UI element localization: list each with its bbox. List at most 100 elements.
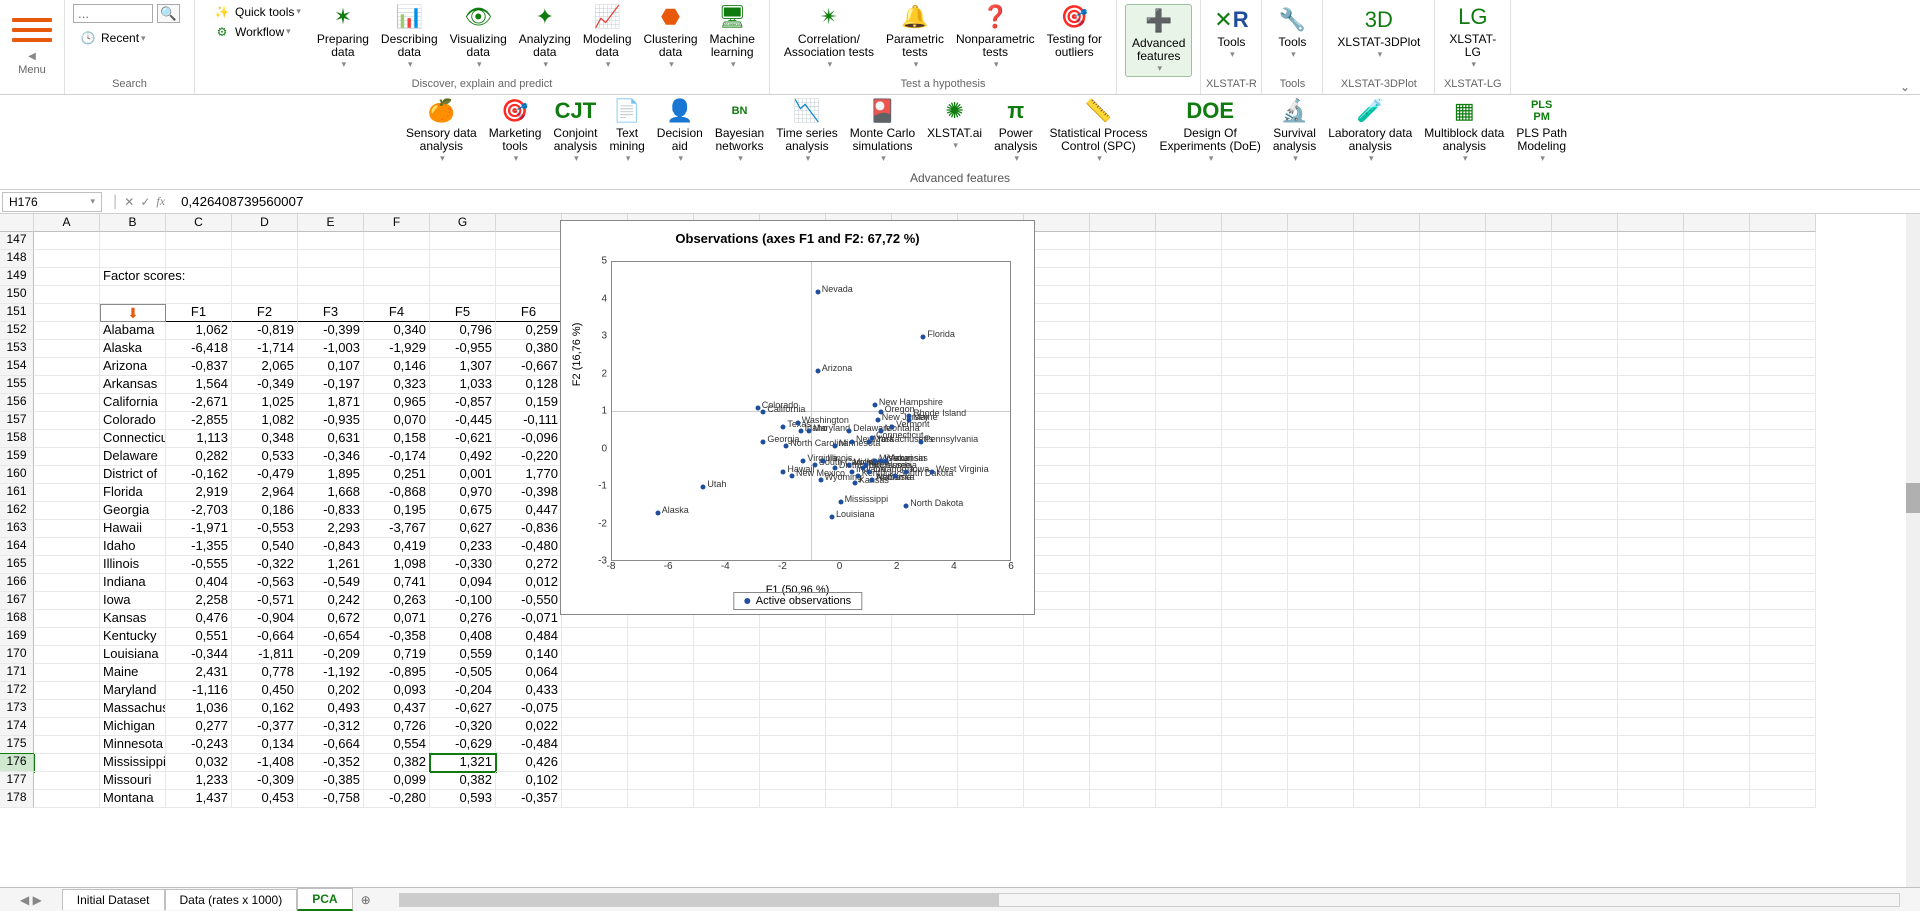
xlstat-r-label: XLSTAT-R <box>1201 76 1261 94</box>
row-head[interactable]: 151 <box>0 304 34 322</box>
recent-button[interactable]: 🕓 Recent ▾ <box>73 29 152 47</box>
ml-icon: 🖥 <box>716 3 748 31</box>
row-head[interactable]: 148 <box>0 250 34 268</box>
spc-button[interactable]: 📏Statistical Process Control (SPC)▾ <box>1043 95 1153 189</box>
hscroll-thumb[interactable] <box>400 894 1000 906</box>
ribbon-expand-button[interactable]: ⌄ <box>1900 80 1916 94</box>
nonparam-icon: ❓ <box>979 3 1011 31</box>
lg-button[interactable]: LGXLSTAT- LG▾ <box>1443 1 1502 72</box>
check-icon[interactable]: ✓ <box>140 195 150 209</box>
modeling-data-button[interactable]: 📈Modeling data▾ <box>577 1 638 72</box>
advanced-features-button[interactable]: ➕Advanced features▾ <box>1125 4 1192 77</box>
parametric-button[interactable]: 🔔Parametric tests▾ <box>880 1 950 72</box>
worksheet-grid[interactable]: ABCDEFG 14714814915015115215315415515615… <box>0 214 1920 887</box>
col-head-G[interactable]: G <box>430 214 496 232</box>
scroll-thumb[interactable] <box>1906 483 1920 513</box>
row-head[interactable]: 153 <box>0 340 34 358</box>
name-box[interactable]: H176 ▾ <box>2 192 102 212</box>
row-head[interactable]: 158 <box>0 430 34 448</box>
correlation-button[interactable]: ✴Correlation/ Association tests▾ <box>778 1 880 72</box>
chart-box[interactable]: Observations (axes F1 and F2: 67,72 %) N… <box>560 220 1035 615</box>
row-head[interactable]: 175 <box>0 736 34 754</box>
survival-button[interactable]: 🔬Survival analysis▾ <box>1267 95 1322 189</box>
row-head[interactable]: 169 <box>0 628 34 646</box>
conjoint-button[interactable]: CJTConjoint analysis▾ <box>547 95 603 189</box>
describing-data-button[interactable]: 📊Describing data▾ <box>375 1 444 72</box>
clustering-data-button[interactable]: ⬣Clustering data▾ <box>638 1 704 72</box>
preparing-data-button[interactable]: ✶Preparing data▾ <box>311 1 375 72</box>
row-head[interactable]: 163 <box>0 520 34 538</box>
row-head[interactable]: 177 <box>0 772 34 790</box>
tab-nav[interactable]: ◀ ▶ <box>0 893 62 907</box>
3dplot-button[interactable]: 3DXLSTAT-3DPlot▾ <box>1331 4 1426 62</box>
horizontal-scrollbar[interactable] <box>399 893 1900 907</box>
tab-data-rates[interactable]: Data (rates x 1000) <box>165 889 298 910</box>
sensory-button[interactable]: 🍊Sensory data analysis▾ <box>400 95 483 189</box>
lab-button[interactable]: 🧪Laboratory data analysis▾ <box>1322 95 1418 189</box>
analyzing-data-button[interactable]: ✦Analyzing data▾ <box>513 1 577 72</box>
col-head-B[interactable]: B <box>100 214 166 232</box>
row-head[interactable]: 167 <box>0 592 34 610</box>
add-sheet-button[interactable]: ⊕ <box>353 890 379 910</box>
cancel-icon[interactable]: ✕ <box>124 195 134 209</box>
col-head-C[interactable]: C <box>166 214 232 232</box>
vertical-scrollbar[interactable] <box>1906 214 1920 887</box>
quick-tools-button[interactable]: ✨Quick tools▾ <box>207 3 307 21</box>
col-head-D[interactable]: D <box>232 214 298 232</box>
row-head[interactable]: 173 <box>0 700 34 718</box>
menu-button[interactable] <box>12 15 52 45</box>
col-head-A[interactable]: A <box>34 214 100 232</box>
tab-pca[interactable]: PCA <box>297 888 352 911</box>
row-head[interactable]: 157 <box>0 412 34 430</box>
row-head[interactable]: 150 <box>0 286 34 304</box>
row-head[interactable]: 168 <box>0 610 34 628</box>
wrench-icon: 🔧 <box>1276 6 1308 34</box>
col-head-F[interactable]: F <box>364 214 430 232</box>
row-head[interactable]: 149 <box>0 268 34 286</box>
row-head[interactable]: 165 <box>0 556 34 574</box>
tab-initial-dataset[interactable]: Initial Dataset <box>62 889 165 910</box>
row-head[interactable]: 172 <box>0 682 34 700</box>
search-input[interactable] <box>73 4 153 23</box>
r-icon: ✕R <box>1215 6 1247 34</box>
row-head[interactable]: 147 <box>0 232 34 250</box>
row-head[interactable]: 178 <box>0 790 34 808</box>
row-head[interactable]: 176 <box>0 754 34 772</box>
doe-button[interactable]: DOEDesign Of Experiments (DoE)▾ <box>1153 95 1266 189</box>
nonparametric-button[interactable]: ❓Nonparametric tests▾ <box>950 1 1041 72</box>
pls-button[interactable]: PLSPMPLS Path Modeling▾ <box>1510 95 1573 189</box>
machine-learning-button[interactable]: 🖥Machine learning▾ <box>704 1 761 72</box>
formula-input[interactable] <box>173 192 1920 211</box>
col-head-E[interactable]: E <box>298 214 364 232</box>
bayesian-button[interactable]: BNBayesian networks▾ <box>709 95 770 189</box>
tools-button[interactable]: 🔧Tools▾ <box>1270 4 1314 62</box>
timeseries-button[interactable]: 📉Time series analysis▾ <box>770 95 844 189</box>
row-head[interactable]: 164 <box>0 538 34 556</box>
row-head[interactable]: 160 <box>0 466 34 484</box>
row-head[interactable]: 170 <box>0 646 34 664</box>
ribbon-top: ◀ Menu 🔍 🕓 Recent ▾ Search ✨Quick tools▾… <box>0 0 1920 95</box>
corr-icon: ✴ <box>813 3 845 31</box>
text-mining-button[interactable]: 📄Text mining▾ <box>603 95 650 189</box>
row-head[interactable]: 162 <box>0 502 34 520</box>
lg-label: XLSTAT-LG <box>1435 76 1510 94</box>
row-head[interactable]: 154 <box>0 358 34 376</box>
row-head[interactable]: 155 <box>0 376 34 394</box>
row-head[interactable]: 156 <box>0 394 34 412</box>
fx-icon[interactable]: fx <box>156 194 165 209</box>
row-head[interactable]: 174 <box>0 718 34 736</box>
row-head[interactable]: 166 <box>0 574 34 592</box>
row-head[interactable]: 161 <box>0 484 34 502</box>
search-go-button[interactable]: 🔍 <box>157 4 180 23</box>
row-head[interactable]: 159 <box>0 448 34 466</box>
menu-label: Menu <box>18 62 46 80</box>
workflow-button[interactable]: ⚙Workflow▾ <box>207 23 307 41</box>
visualizing-data-button[interactable]: 👁Visualizing data▾ <box>444 1 513 72</box>
row-head[interactable]: 152 <box>0 322 34 340</box>
marketing-button[interactable]: 🎯Marketing tools▾ <box>483 95 548 189</box>
multiblock-button[interactable]: ▦Multiblock data analysis▾ <box>1418 95 1510 189</box>
row-head[interactable]: 171 <box>0 664 34 682</box>
xlstat-r-tools-button[interactable]: ✕RTools▾ <box>1209 4 1253 62</box>
outliers-button[interactable]: 🎯Testing for outliers <box>1041 1 1108 61</box>
decision-button[interactable]: 👤Decision aid▾ <box>651 95 709 189</box>
